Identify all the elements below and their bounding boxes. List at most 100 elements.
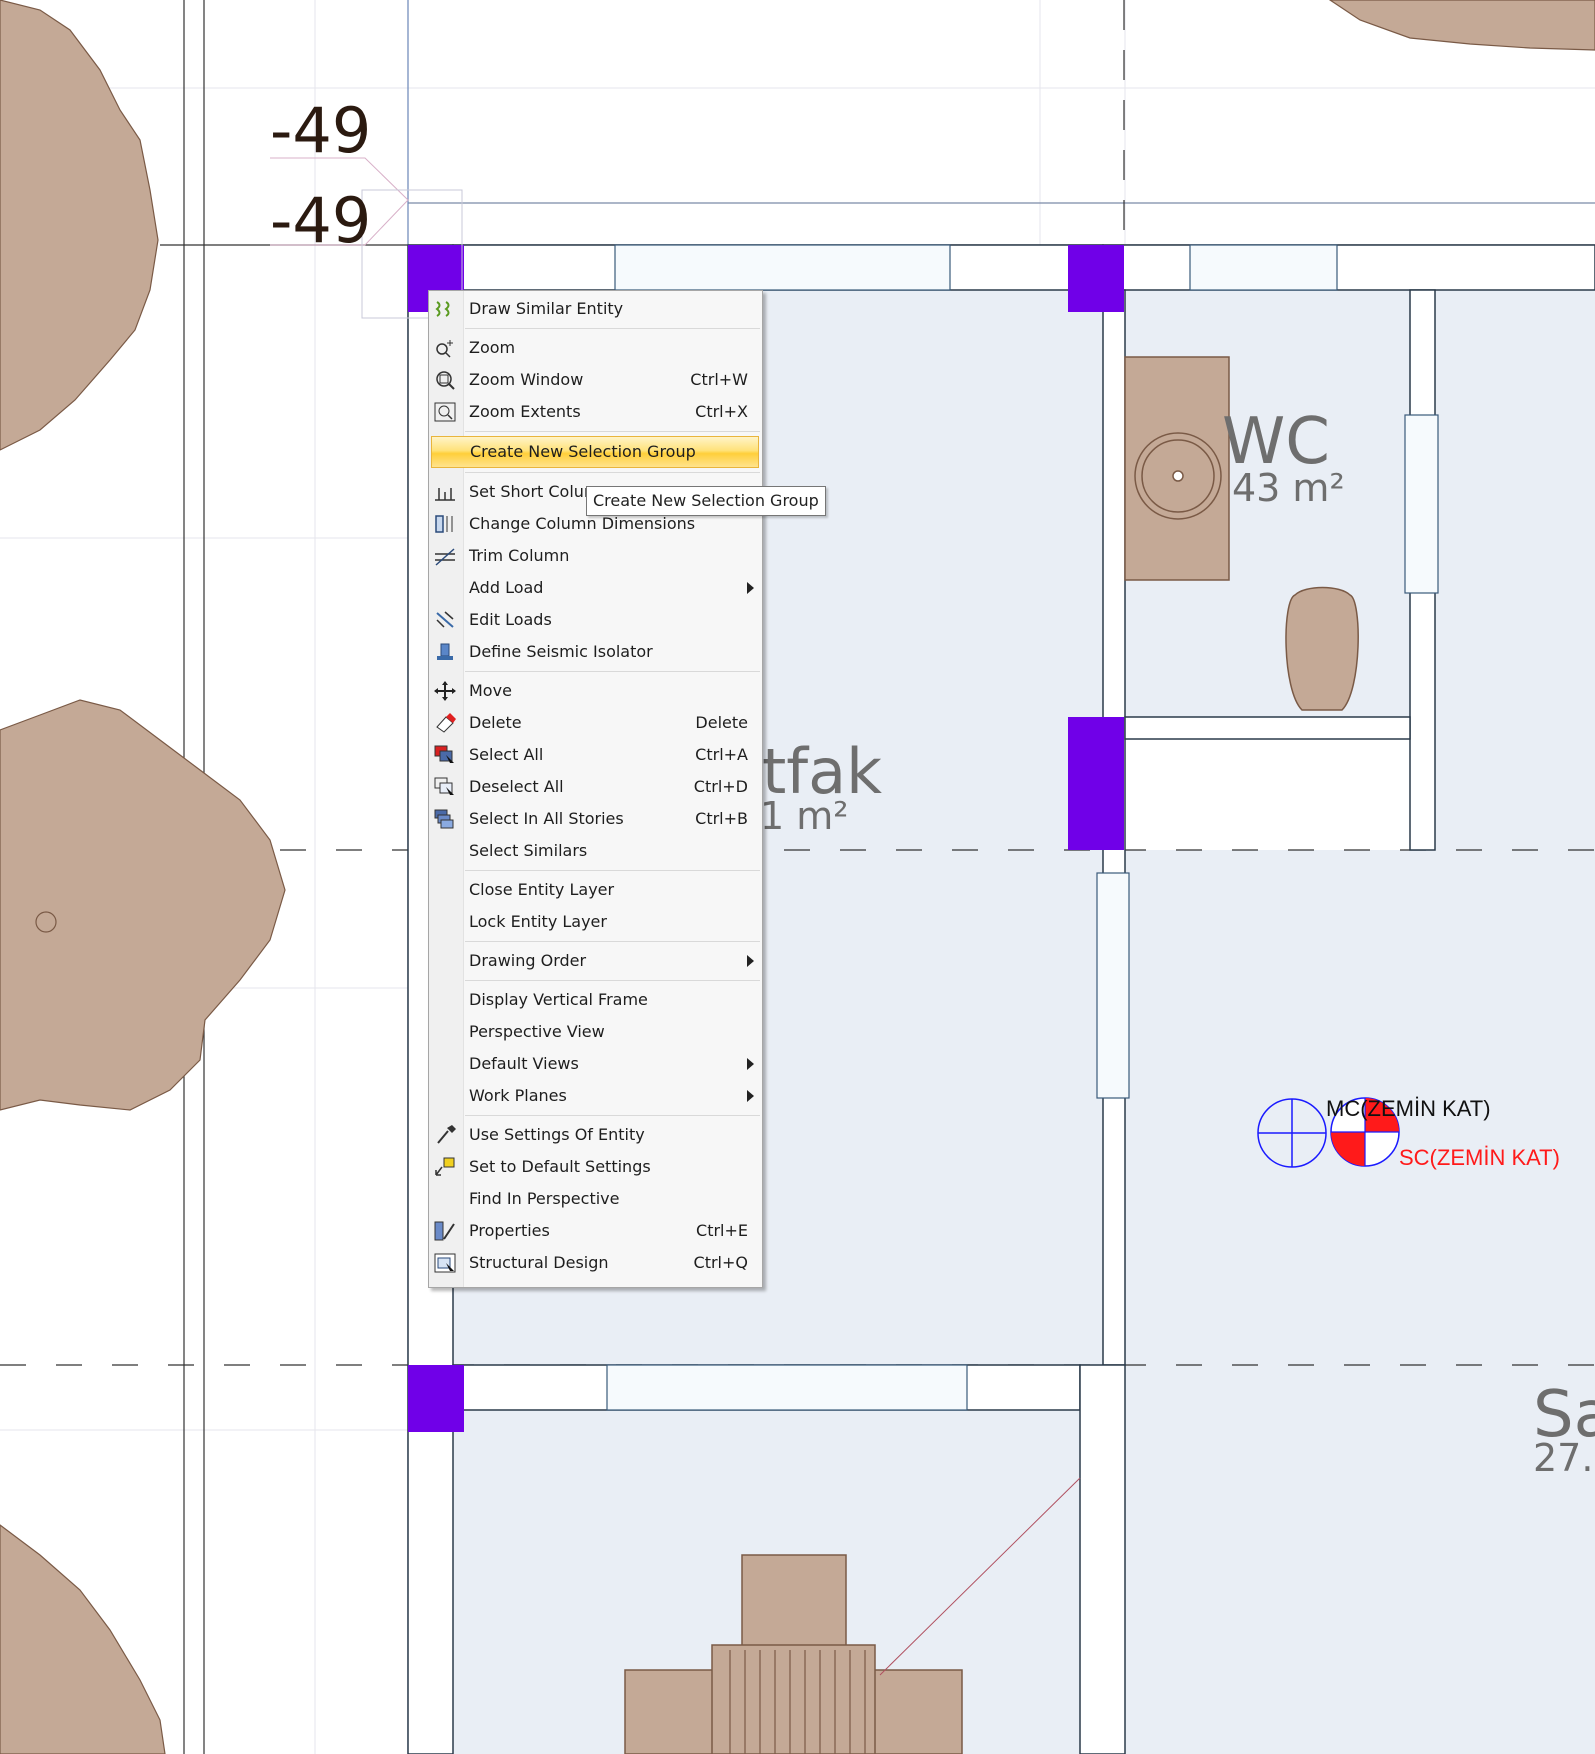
menu-label: Move (469, 681, 512, 700)
menu-shortcut: Ctrl+Q (693, 1253, 748, 1272)
cad-drawing-canvas[interactable] (0, 0, 1595, 1754)
menu-label: Structural Design (469, 1253, 609, 1272)
menu-item-set-to-default-settings[interactable]: Set to Default Settings (429, 1152, 762, 1182)
menu-label: Zoom (469, 338, 516, 357)
select-all-icon (434, 745, 454, 763)
menu-shortcut: Ctrl+X (695, 402, 748, 421)
menu-label: Deselect All (469, 777, 564, 796)
menu-label: Default Views (469, 1054, 579, 1073)
menu-label: Select All (469, 745, 544, 764)
menu-separator (465, 671, 760, 672)
menu-shortcut: Delete (695, 713, 748, 732)
mass-center-label: MC(ZEMİN KAT) (1326, 1096, 1491, 1121)
menu-shortcut: Ctrl+W (690, 370, 748, 389)
menu-shortcut: Ctrl+E (696, 1221, 748, 1240)
menu-label: Select Similars (469, 841, 588, 860)
tree-top-left (0, 0, 159, 451)
menu-item-work-planes[interactable]: Work Planes (429, 1081, 762, 1111)
dimension-label-bottom: -49 (270, 184, 372, 257)
menu-item-draw-similar-entity[interactable]: Draw Similar Entity (429, 294, 762, 324)
menu-label: Lock Entity Layer (469, 912, 607, 931)
menu-label: Display Vertical Frame (469, 990, 648, 1009)
menu-item-find-in-perspective[interactable]: Find In Perspective (429, 1184, 762, 1214)
menu-separator (465, 431, 760, 432)
dimension-label-top: -49 (270, 94, 372, 167)
draw-similar-icon (435, 301, 450, 317)
menu-item-structural-design[interactable]: Structural Design Ctrl+Q (429, 1248, 762, 1278)
menu-label: Draw Similar Entity (469, 299, 624, 318)
menu-item-trim-column[interactable]: Trim Column (429, 541, 762, 571)
menu-item-edit-loads[interactable]: Edit Loads (429, 605, 762, 635)
menu-item-move[interactable]: Move (429, 676, 762, 706)
menu-separator (465, 980, 760, 981)
menu-shortcut: Ctrl+D (693, 777, 748, 796)
menu-label: Properties (469, 1221, 550, 1240)
menu-item-close-entity-layer[interactable]: Close Entity Layer (429, 875, 762, 905)
trim-column-icon (435, 548, 455, 566)
move-icon (434, 681, 456, 701)
menu-item-perspective-view[interactable]: Perspective View (429, 1017, 762, 1047)
menu-item-display-vertical-frame[interactable]: Display Vertical Frame (429, 985, 762, 1015)
tree-middle-left (0, 699, 286, 1111)
tree-top-right (1328, 0, 1595, 51)
zoom-extents-icon (434, 402, 456, 422)
menu-label: Add Load (469, 578, 544, 597)
menu-label: Edit Loads (469, 610, 552, 629)
menu-item-use-settings-of-entity[interactable]: Use Settings Of Entity (429, 1120, 762, 1150)
menu-item-select-in-all-stories[interactable]: Select In All Stories Ctrl+B (429, 804, 762, 834)
menu-label: Work Planes (469, 1086, 567, 1105)
menu-item-define-seismic-isolator[interactable]: Define Seismic Isolator (429, 637, 762, 667)
menu-label: Find In Perspective (469, 1189, 620, 1208)
seismic-isolator-icon (437, 643, 453, 660)
menu-item-add-load[interactable]: Add Load (429, 573, 762, 603)
menu-item-select-all[interactable]: Select All Ctrl+A (429, 740, 762, 770)
menu-label: Drawing Order (469, 951, 587, 970)
menu-separator (465, 328, 760, 329)
eyedropper-icon (437, 1125, 456, 1144)
menu-label: Zoom Extents (469, 402, 581, 421)
context-menu: Draw Similar Entity Zoom Zoom Window Ctr… (428, 290, 763, 1288)
room-area-mutfak: 1 m² (760, 794, 849, 838)
submenu-arrow-icon (747, 955, 754, 967)
select-stories-icon (434, 809, 454, 829)
eraser-icon (436, 713, 456, 733)
tooltip: Create New Selection Group (586, 486, 826, 516)
room-area-wc: 43 m² (1232, 466, 1345, 510)
submenu-arrow-icon (747, 1090, 754, 1102)
menu-separator (465, 941, 760, 942)
menu-label: Perspective View (469, 1022, 605, 1041)
zoom-icon (436, 340, 453, 358)
menu-separator (465, 1115, 760, 1116)
menu-item-delete[interactable]: Delete Delete (429, 708, 762, 738)
menu-label: Use Settings Of Entity (469, 1125, 645, 1144)
menu-item-select-similars[interactable]: Select Similars (429, 836, 762, 866)
menu-item-deselect-all[interactable]: Deselect All Ctrl+D (429, 772, 762, 802)
menu-item-properties[interactable]: Properties Ctrl+E (429, 1216, 762, 1246)
menu-item-zoom[interactable]: Zoom (429, 333, 762, 363)
menu-label: Create New Selection Group (470, 442, 696, 461)
menu-label: Select In All Stories (469, 809, 624, 828)
column-dimensions-icon (435, 515, 453, 533)
menu-item-zoom-window[interactable]: Zoom Window Ctrl+W (429, 365, 762, 395)
mass-center-symbol[interactable] (1257, 1098, 1327, 1168)
tree-bottom-left (0, 1524, 166, 1754)
menu-label: Close Entity Layer (469, 880, 615, 899)
menu-label: Set to Default Settings (469, 1157, 651, 1176)
menu-item-create-new-selection-group[interactable]: Create New Selection Group (431, 436, 759, 468)
deselect-all-icon (434, 777, 454, 795)
room-area-salon: 27.3 (1533, 1436, 1595, 1480)
properties-icon (434, 1221, 455, 1241)
menu-separator (465, 472, 760, 473)
default-settings-icon (435, 1157, 455, 1176)
short-column-icon (435, 488, 455, 501)
zoom-window-icon (436, 371, 455, 390)
menu-item-drawing-order[interactable]: Drawing Order (429, 946, 762, 976)
menu-item-lock-entity-layer[interactable]: Lock Entity Layer (429, 907, 762, 937)
submenu-arrow-icon (747, 1058, 754, 1070)
menu-label: Define Seismic Isolator (469, 642, 653, 661)
menu-item-default-views[interactable]: Default Views (429, 1049, 762, 1079)
menu-item-zoom-extents[interactable]: Zoom Extents Ctrl+X (429, 397, 762, 427)
menu-shortcut: Ctrl+B (695, 809, 748, 828)
menu-separator (465, 870, 760, 871)
submenu-arrow-icon (747, 582, 754, 594)
